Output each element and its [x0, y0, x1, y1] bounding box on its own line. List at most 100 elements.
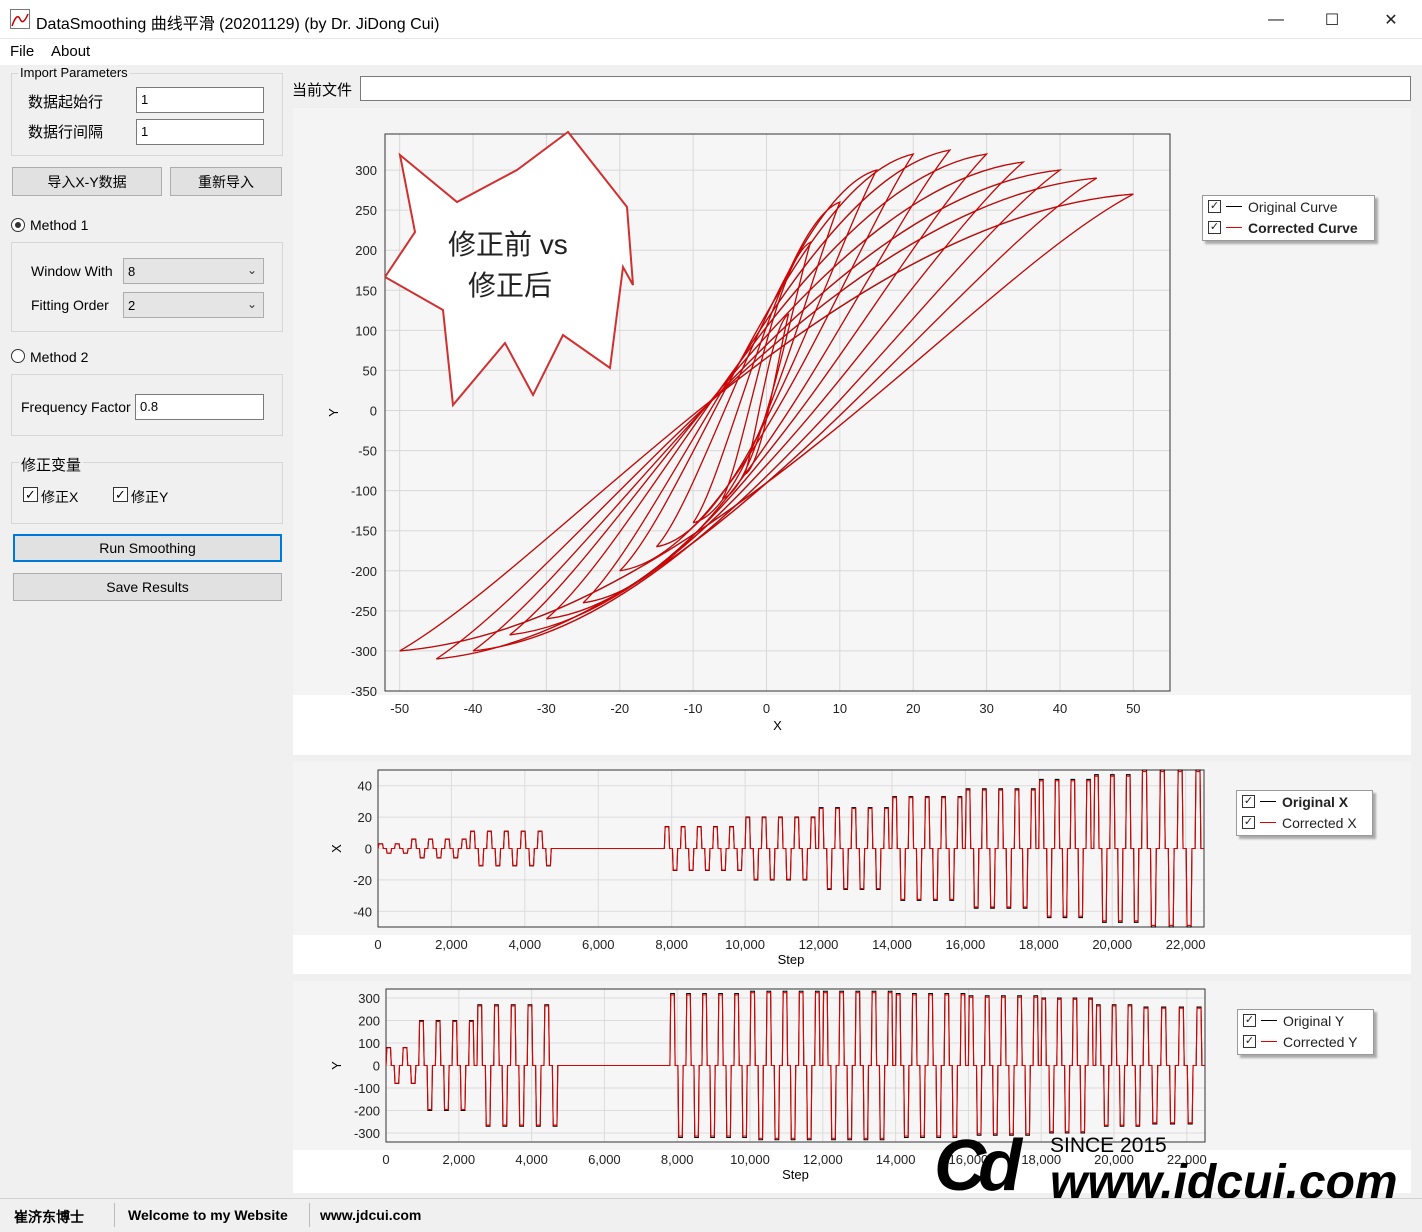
y-tick-label: 200	[358, 1014, 380, 1029]
y-tick-label: -150	[351, 524, 377, 539]
legend-original-x[interactable]: ✓ Original X	[1237, 791, 1372, 812]
legend-checkbox[interactable]: ✓	[1243, 1035, 1256, 1048]
x-tick-label: -50	[390, 701, 409, 716]
x-chart-legend[interactable]: ✓ Original X ✓ Corrected X	[1236, 790, 1373, 836]
import-parameters-legend: Import Parameters	[18, 65, 130, 80]
menu-file[interactable]: File	[10, 43, 34, 60]
y-chart-legend[interactable]: ✓ Original Y ✓ Corrected Y	[1237, 1009, 1374, 1055]
legend-corrected-y[interactable]: ✓ Corrected Y	[1238, 1031, 1373, 1052]
legend-label: Corrected X	[1282, 814, 1357, 831]
import-xy-button[interactable]: 导入X-Y数据	[12, 167, 162, 196]
frequency-factor-input[interactable]: 0.8	[135, 394, 264, 420]
legend-label: Original Curve	[1248, 198, 1338, 215]
x-axis-label: Step	[778, 952, 805, 967]
correction-legend: 修正变量	[19, 454, 84, 475]
x-tick-label: 6,000	[588, 1152, 621, 1167]
fitting-order-label: Fitting Order	[31, 297, 109, 313]
original-line-swatch	[1260, 801, 1276, 802]
y-axis-label: Y	[329, 1061, 344, 1070]
y-tick-label: -200	[354, 1104, 380, 1119]
x-tick-label: 22,000	[1166, 937, 1206, 952]
x-tick-label: 4,000	[515, 1152, 548, 1167]
y-tick-label: 250	[355, 203, 377, 218]
current-file-input[interactable]	[360, 76, 1411, 101]
x-tick-label: 10,000	[730, 1152, 770, 1167]
save-results-button[interactable]: Save Results	[13, 573, 282, 601]
menu-bar	[0, 39, 1422, 65]
start-row-input[interactable]: 1	[136, 87, 264, 113]
legend-checkbox[interactable]: ✓	[1208, 221, 1221, 234]
x-tick-label: 2,000	[435, 937, 468, 952]
window-with-value: 8	[128, 264, 136, 279]
menu-about[interactable]: About	[51, 43, 90, 60]
y-tick-label: 0	[373, 1059, 380, 1074]
original-line-swatch	[1226, 206, 1242, 207]
x-tick-label: 20	[906, 701, 920, 716]
y-tick-label: 150	[355, 283, 377, 298]
reimport-button[interactable]: 重新导入	[170, 167, 282, 196]
y-tick-label: -100	[354, 1081, 380, 1096]
callout-line-2: 修正后	[468, 270, 553, 301]
correct-x-checkbox[interactable]: ✓	[23, 487, 38, 502]
method1-label: Method 1	[30, 217, 89, 233]
legend-checkbox[interactable]: ✓	[1242, 795, 1255, 808]
legend-checkbox[interactable]: ✓	[1242, 816, 1255, 829]
y-tick-label: 300	[358, 991, 380, 1006]
method2-radio[interactable]	[11, 349, 25, 363]
x-tick-label: 14,000	[872, 937, 912, 952]
window-with-select[interactable]: 8 ⌄	[123, 258, 264, 284]
watermark-logo: Cd	[934, 1126, 1022, 1206]
legend-label: Original X	[1282, 793, 1349, 810]
start-row-label: 数据起始行	[28, 94, 104, 111]
app-icon	[10, 9, 30, 29]
maximize-icon: ☐	[1324, 11, 1340, 29]
row-interval-input[interactable]: 1	[136, 119, 264, 145]
minimize-button[interactable]: —	[1247, 0, 1305, 39]
y-tick-label: 0	[370, 403, 377, 418]
legend-checkbox[interactable]: ✓	[1208, 200, 1221, 213]
correct-y-label: 修正Y	[131, 489, 169, 505]
legend-original-y[interactable]: ✓ Original Y	[1238, 1010, 1373, 1031]
main-chart-legend[interactable]: ✓ Original Curve ✓ Corrected Curve	[1202, 195, 1375, 241]
y-axis-label: X	[329, 844, 344, 853]
y-tick-label: -100	[351, 484, 377, 499]
method2-label: Method 2	[30, 349, 89, 365]
corrected-line-swatch	[1226, 227, 1242, 228]
x-tick-label: 0	[763, 701, 770, 716]
y-tick-label: 40	[358, 779, 372, 794]
x-tick-label: 14,000	[876, 1152, 916, 1167]
close-icon: ✕	[1384, 11, 1398, 29]
y-tick-label: -40	[353, 904, 372, 919]
row-interval-label: 数据行间隔	[28, 124, 104, 141]
fitting-order-value: 2	[128, 298, 136, 313]
y-tick-label: 300	[355, 163, 377, 178]
original-line-swatch	[1261, 1020, 1277, 1021]
x-tick-label: -30	[537, 701, 556, 716]
status-website-link[interactable]: www.jdcui.com	[320, 1207, 421, 1223]
y-tick-label: 200	[355, 243, 377, 258]
x-tick-label: 16,000	[945, 937, 985, 952]
y-tick-label: -300	[354, 1126, 380, 1141]
correct-y-checkbox[interactable]: ✓	[113, 487, 128, 502]
fitting-order-select[interactable]: 2 ⌄	[123, 292, 264, 318]
legend-original-curve[interactable]: ✓ Original Curve	[1203, 196, 1374, 217]
legend-corrected-curve[interactable]: ✓ Corrected Curve	[1203, 217, 1374, 238]
x-tick-label: 0	[374, 937, 381, 952]
legend-corrected-x[interactable]: ✓ Corrected X	[1237, 812, 1372, 833]
legend-label: Corrected Curve	[1248, 219, 1358, 236]
status-separator	[309, 1203, 310, 1227]
y-tick-label: -50	[358, 444, 377, 459]
chevron-down-icon: ⌄	[246, 263, 257, 277]
x-tick-label: -20	[610, 701, 629, 716]
maximize-button[interactable]: ☐	[1303, 0, 1361, 39]
x-tick-label: 6,000	[582, 937, 615, 952]
legend-label: Corrected Y	[1283, 1033, 1358, 1050]
method1-radio[interactable]	[11, 218, 25, 232]
x-tick-label: 18,000	[1019, 937, 1059, 952]
x-tick-label: 10	[833, 701, 847, 716]
legend-checkbox[interactable]: ✓	[1243, 1014, 1256, 1027]
x-axis-label: Step	[782, 1167, 809, 1182]
x-tick-label: 50	[1126, 701, 1140, 716]
close-button[interactable]: ✕	[1362, 0, 1420, 39]
run-smoothing-button[interactable]: Run Smoothing	[13, 534, 282, 562]
